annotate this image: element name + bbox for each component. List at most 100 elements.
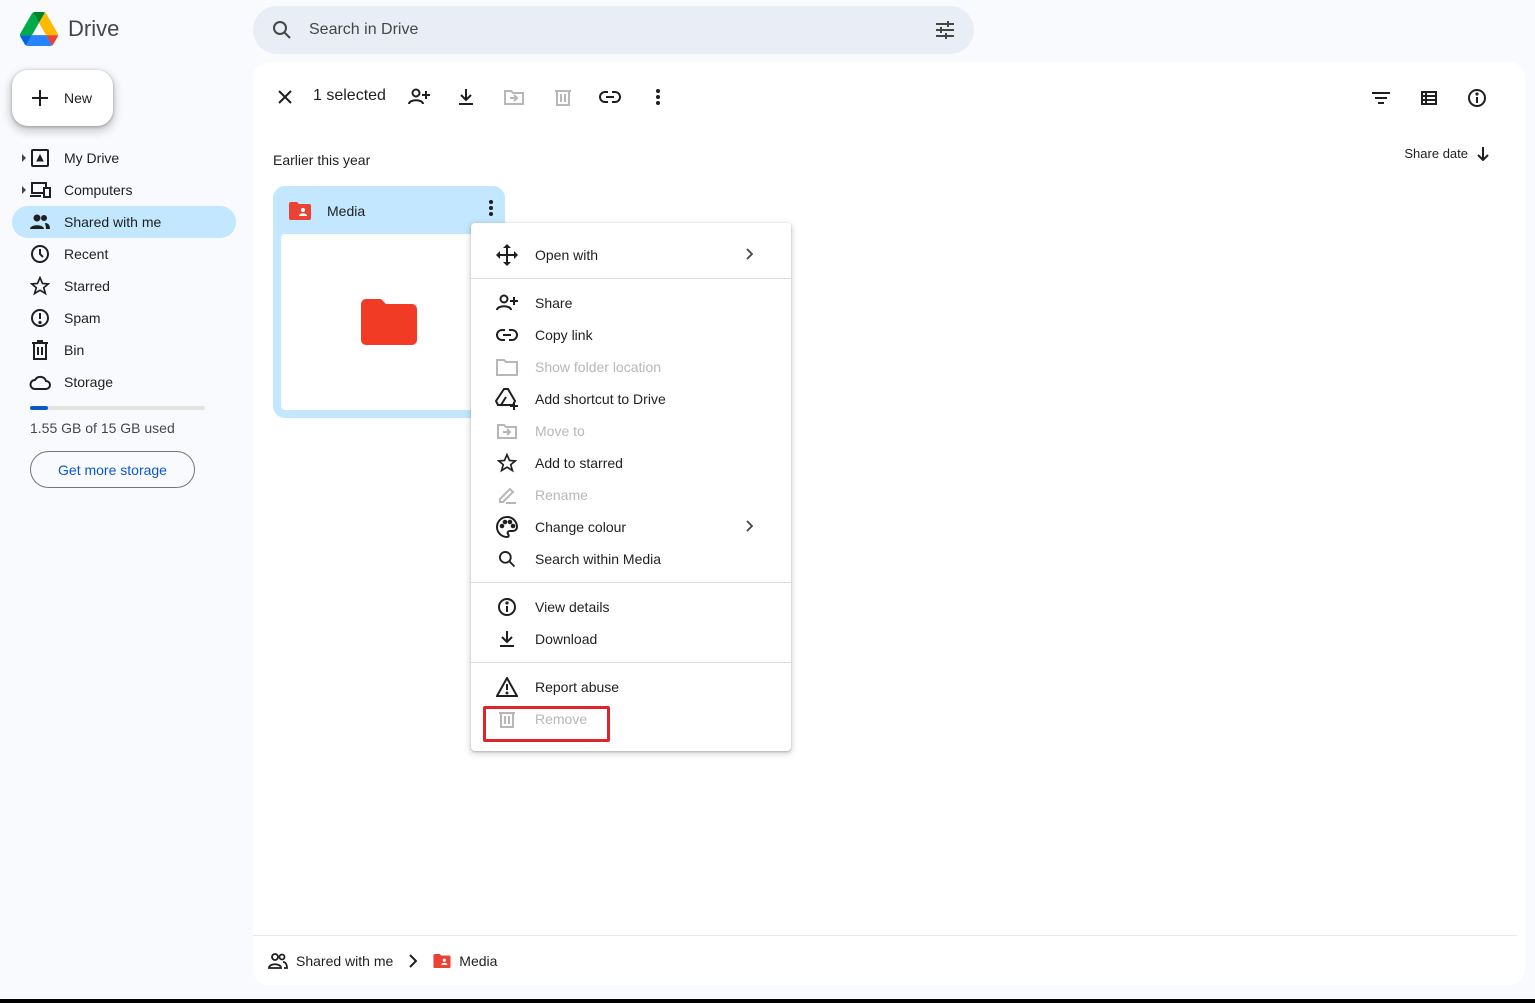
menu-item-report-abuse[interactable]: Report abuse bbox=[471, 671, 791, 703]
drive-logo-icon bbox=[20, 12, 58, 46]
screen-bottom-edge bbox=[0, 999, 1535, 1003]
get-more-storage-button[interactable]: Get more storage bbox=[30, 451, 195, 488]
share-icon[interactable] bbox=[407, 85, 431, 109]
trash-icon[interactable] bbox=[551, 85, 575, 109]
trash-icon bbox=[28, 338, 52, 362]
storage-bar-fill bbox=[30, 406, 49, 410]
sidebar-item-storage[interactable]: Storage bbox=[12, 366, 236, 398]
section-title: Earlier this year bbox=[273, 152, 371, 168]
menu-divider bbox=[471, 278, 791, 279]
chevron-right-icon bbox=[746, 248, 753, 260]
plus-icon bbox=[32, 90, 48, 106]
list-view-icon[interactable] bbox=[1417, 86, 1441, 110]
download-icon[interactable] bbox=[454, 85, 478, 109]
info-icon[interactable] bbox=[1465, 86, 1489, 110]
search-icon[interactable] bbox=[270, 18, 294, 42]
app-name: Drive bbox=[68, 16, 120, 41]
menu-divider bbox=[471, 662, 791, 663]
computers-icon bbox=[28, 178, 52, 202]
menu-item-open-with[interactable]: Open with bbox=[471, 239, 791, 271]
download-icon bbox=[495, 627, 519, 651]
folder-card-header: Media bbox=[289, 202, 365, 220]
sort-control[interactable]: Share date bbox=[1404, 146, 1490, 161]
menu-item-label: View details bbox=[535, 599, 610, 615]
link-icon[interactable] bbox=[598, 85, 622, 109]
more-vert-icon[interactable] bbox=[646, 85, 670, 109]
folder-outline-icon bbox=[495, 355, 519, 379]
search-options-icon[interactable] bbox=[933, 18, 957, 42]
breadcrumb-current[interactable]: Media bbox=[459, 953, 497, 969]
add-shortcut-icon bbox=[495, 387, 519, 411]
menu-item-label: Rename bbox=[535, 487, 588, 503]
menu-item-label: Remove bbox=[535, 711, 588, 727]
menu-divider bbox=[471, 582, 791, 583]
storage-used-text: 1.55 GB of 15 GB used bbox=[30, 420, 175, 436]
search-icon bbox=[495, 547, 519, 571]
sidebar-item-starred[interactable]: Starred bbox=[12, 270, 236, 302]
folder-preview bbox=[281, 234, 497, 410]
move-icon bbox=[495, 419, 519, 443]
cloud-icon bbox=[28, 370, 52, 394]
expand-caret-icon[interactable] bbox=[21, 154, 27, 162]
menu-item-remove: Remove bbox=[471, 703, 791, 735]
sidebar-item-bin[interactable]: Bin bbox=[12, 334, 236, 366]
link-icon bbox=[495, 323, 519, 347]
arrow-down-icon[interactable] bbox=[1476, 146, 1490, 161]
people-icon bbox=[268, 952, 288, 969]
people-icon bbox=[28, 210, 52, 234]
menu-item-label: Add shortcut to Drive bbox=[535, 391, 666, 407]
share-icon bbox=[495, 291, 519, 315]
sidebar-item-label: Spam bbox=[64, 310, 101, 326]
menu-item-view-details[interactable]: View details bbox=[471, 591, 791, 623]
search-input[interactable] bbox=[309, 18, 909, 42]
menu-item-search-within[interactable]: Search within Media bbox=[471, 543, 791, 575]
menu-item-copy-link[interactable]: Copy link bbox=[471, 319, 791, 351]
new-button-label: New bbox=[64, 90, 93, 106]
shared-folder-icon bbox=[289, 202, 311, 220]
sidebar-nav: My Drive Computers Shared with me Recent… bbox=[12, 142, 236, 398]
menu-item-add-shortcut[interactable]: Add shortcut to Drive bbox=[471, 383, 791, 415]
sidebar-item-spam[interactable]: Spam bbox=[12, 302, 236, 334]
search-bar[interactable] bbox=[253, 6, 974, 54]
chevron-right-icon bbox=[409, 953, 418, 968]
menu-item-show-folder-location: Show folder location bbox=[471, 351, 791, 383]
menu-item-label: Share bbox=[535, 295, 573, 311]
sidebar-item-shared-with-me[interactable]: Shared with me bbox=[12, 206, 236, 238]
expand-caret-icon[interactable] bbox=[21, 186, 27, 194]
drive-logo[interactable]: Drive bbox=[20, 12, 119, 46]
menu-item-label: Show folder location bbox=[535, 359, 662, 375]
menu-item-label: Move to bbox=[535, 423, 585, 439]
chevron-right-icon bbox=[746, 520, 753, 532]
star-icon bbox=[495, 451, 519, 475]
selection-count: 1 selected bbox=[313, 87, 386, 104]
menu-item-label: Copy link bbox=[535, 327, 593, 343]
more-vert-icon[interactable] bbox=[489, 200, 493, 216]
sidebar-item-label: Starred bbox=[64, 278, 110, 294]
menu-item-add-to-starred[interactable]: Add to starred bbox=[471, 447, 791, 479]
sidebar-item-computers[interactable]: Computers bbox=[12, 174, 236, 206]
new-button[interactable]: New bbox=[12, 70, 113, 126]
sidebar-item-label: Storage bbox=[64, 374, 114, 390]
close-icon[interactable] bbox=[273, 85, 297, 109]
sidebar-item-label: Shared with me bbox=[64, 214, 162, 230]
menu-item-label: Report abuse bbox=[535, 679, 620, 695]
menu-item-share[interactable]: Share bbox=[471, 287, 791, 319]
sidebar-item-recent[interactable]: Recent bbox=[12, 238, 236, 270]
breadcrumb: Shared with me Media bbox=[253, 935, 1517, 985]
shared-folder-icon bbox=[433, 953, 451, 968]
sidebar-item-my-drive[interactable]: My Drive bbox=[12, 142, 236, 174]
folder-name: Media bbox=[327, 203, 366, 219]
my-drive-icon bbox=[28, 146, 52, 170]
breadcrumb-root[interactable]: Shared with me bbox=[296, 953, 393, 969]
folder-icon bbox=[361, 299, 417, 345]
trash-icon bbox=[495, 707, 519, 731]
filter-icon[interactable] bbox=[1369, 86, 1393, 110]
spam-icon bbox=[28, 306, 52, 330]
menu-item-label: Change colour bbox=[535, 519, 627, 535]
menu-item-download[interactable]: Download bbox=[471, 623, 791, 655]
open-with-icon bbox=[495, 243, 519, 267]
move-icon[interactable] bbox=[502, 85, 526, 109]
menu-item-change-colour[interactable]: Change colour bbox=[471, 511, 791, 543]
menu-item-rename: Rename bbox=[471, 479, 791, 511]
storage-bar bbox=[30, 406, 205, 410]
